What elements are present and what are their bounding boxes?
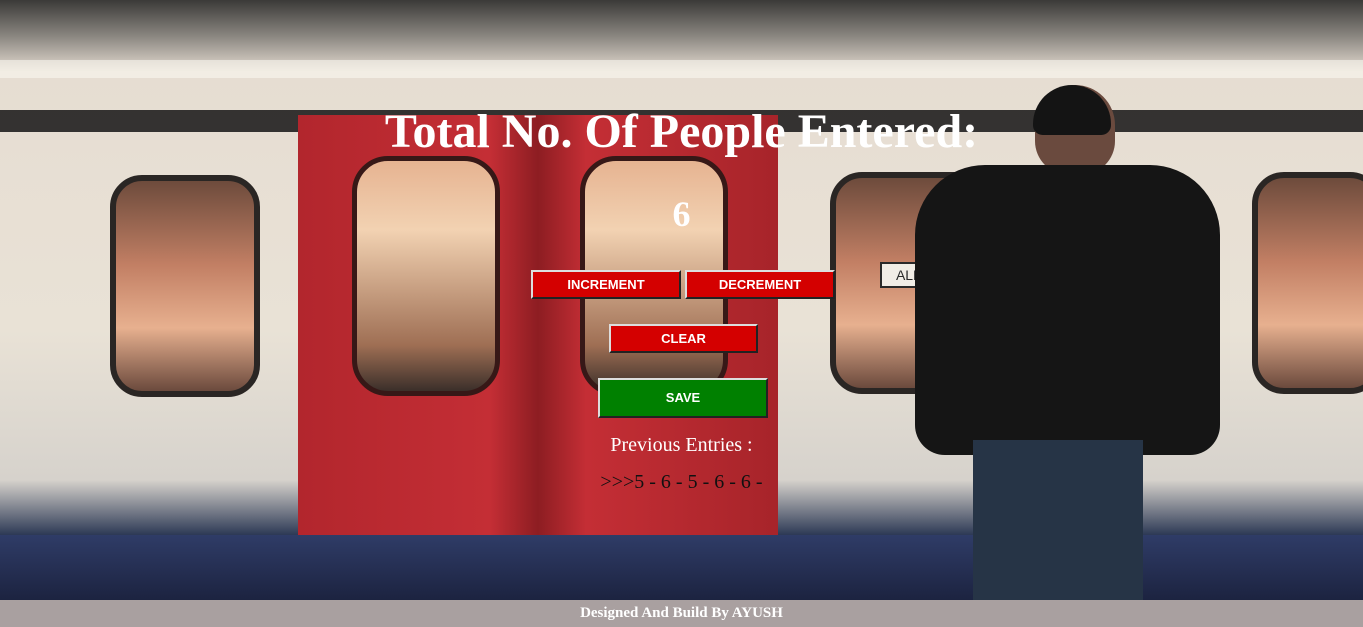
previous-entries-label: Previous Entries : — [610, 434, 753, 456]
save-button[interactable]: SAVE — [598, 378, 768, 418]
previous-entries-list: >>>5 - 6 - 5 - 6 - 6 - — [600, 471, 763, 493]
increment-button[interactable]: INCREMENT — [531, 270, 681, 299]
people-count: 6 — [672, 194, 691, 234]
page-title: Total No. Of People Entered: — [384, 105, 979, 158]
main-content: Total No. Of People Entered: 6 INCREMENT… — [0, 0, 1363, 600]
footer-credit: Designed And Build By AYUSH — [0, 600, 1363, 627]
decrement-button[interactable]: DECREMENT — [685, 270, 835, 299]
clear-button[interactable]: CLEAR — [609, 324, 758, 353]
